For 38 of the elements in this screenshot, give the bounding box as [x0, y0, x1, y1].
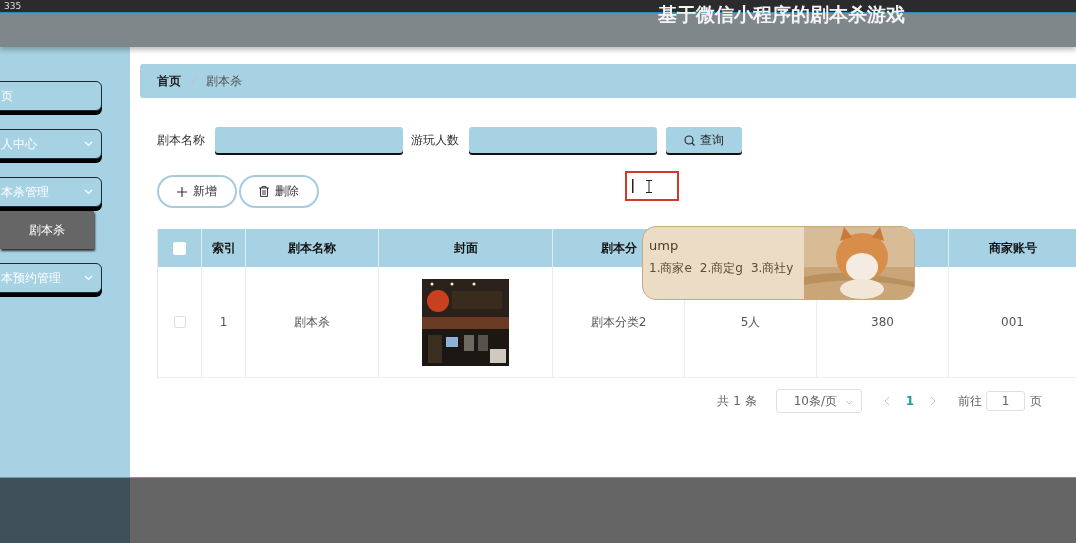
breadcrumb-item: 剧本杀	[206, 72, 242, 90]
plus-icon	[177, 186, 187, 197]
ime-input-text: ump	[649, 238, 680, 253]
column-header: 剧本名称	[246, 229, 379, 267]
table-cell: 剧本杀	[246, 267, 379, 378]
table-cell: 1	[202, 267, 246, 378]
column-header: 封面	[379, 229, 553, 267]
sidebar-subitem[interactable]: 剧本杀	[0, 211, 94, 249]
next-page-icon[interactable]	[930, 396, 936, 406]
breadcrumb-item[interactable]: 首页	[157, 72, 181, 90]
goto-label: 前往	[958, 392, 982, 410]
field-label: 剧本名称	[157, 131, 205, 149]
previous-page-icon[interactable]	[883, 396, 890, 406]
total-count: 共 1 条	[717, 392, 757, 410]
trash-icon	[259, 186, 269, 197]
separator-icon	[191, 76, 196, 86]
search-field[interactable]	[469, 127, 657, 153]
select-all-checkbox[interactable]	[173, 241, 186, 255]
field-label: 游玩人数	[411, 131, 459, 149]
chevron-down-icon	[844, 400, 853, 405]
search-button[interactable]: 查询	[666, 127, 742, 153]
goto-page-field[interactable]: 1	[986, 391, 1025, 411]
page-size-select[interactable]: 10条/页	[775, 389, 862, 413]
capture-size-label: 335	[4, 1, 22, 11]
chevron-down-icon	[84, 275, 93, 281]
search-icon	[684, 134, 695, 146]
add-button[interactable]: 新增	[157, 175, 237, 208]
search-field[interactable]	[215, 127, 403, 153]
chevron-down-icon	[84, 141, 93, 147]
delete-button[interactable]: 删除	[239, 175, 319, 208]
text-cursor-icon	[632, 179, 634, 193]
table-cell: 001	[949, 267, 1076, 378]
row-checkbox[interactable]	[173, 316, 186, 328]
ibeam-cursor-icon	[646, 179, 652, 193]
page-suffix: 页	[1030, 392, 1042, 410]
chevron-down-icon	[84, 189, 93, 195]
column-header: 商家账号	[949, 229, 1076, 267]
column-header: 索引	[202, 229, 246, 267]
